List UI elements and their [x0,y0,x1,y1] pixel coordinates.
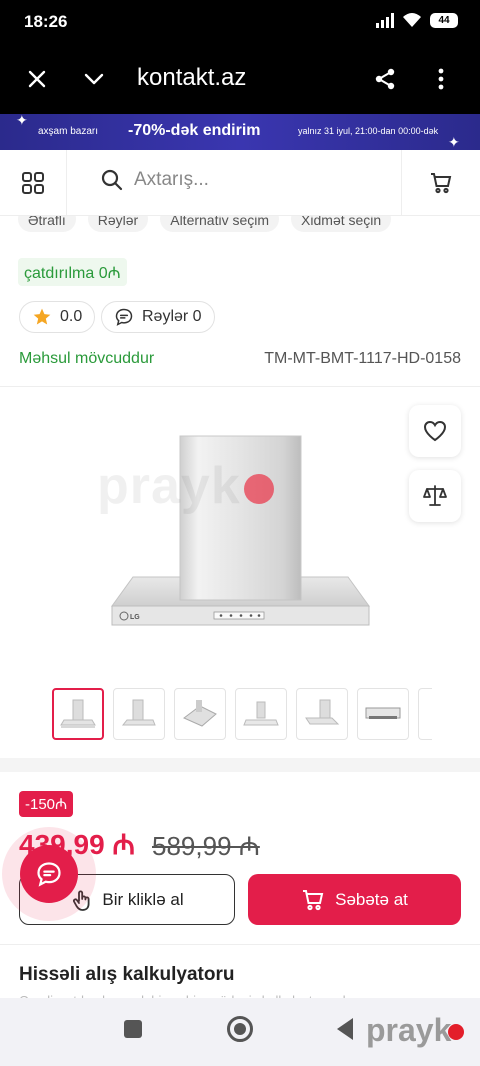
grid-icon [22,172,44,194]
share-icon [375,68,395,90]
watermark-text: prayk [97,457,241,515]
promo-left-text: axşam bazarı [38,126,99,137]
battery-level: 44 [438,14,450,26]
thumbnail-2[interactable] [113,688,165,740]
catalog-button-front[interactable] [0,150,67,216]
section-separator [0,758,480,772]
promo-banner[interactable]: ✦ axşam bazarı -70%-dək endirim yalnız 3… [0,112,480,150]
cart-icon [303,889,324,910]
search-input-front[interactable]: Axtarış... [100,168,209,192]
recent-apps-button[interactable] [124,1020,142,1038]
thumbnail-strip [52,688,432,740]
chevron-down-icon [84,73,104,85]
watermark-logo: prayk [366,1012,452,1048]
status-icons: 44 [376,12,458,28]
search-placeholder: Axtarış... [134,169,209,190]
reviews-pill[interactable]: Rəylər 0 [101,301,215,333]
rating-value: 0.0 [60,308,83,325]
thumbnail-image [183,700,217,727]
brand-logo: LG [130,614,140,621]
rating-pill[interactable]: 0.0 [19,301,96,333]
thumbnail-image [121,699,156,726]
chat-button[interactable] [20,845,78,903]
back-button[interactable] [337,1018,353,1040]
product-image-area[interactable]: LG [0,388,480,678]
browser-toolbar: kontakt.az [0,44,480,114]
promo-right-text: yalnız 31 iyul, 21:00-dan 00:00-dək [298,126,439,136]
thumbnail-image [365,707,401,719]
discount-badge: -150₼ [19,791,74,817]
chat-icon [37,862,61,887]
chat-bubble-icon [115,308,133,326]
installment-calculator-title: Hissəli alış kalkulyatoru [19,964,235,985]
status-time: 18:26 [24,12,68,31]
delivery-badge: çatdırılma 0₼ [18,258,127,286]
availability-status: Məhsul mövcuddur [19,350,155,367]
star-icon [33,308,51,325]
thumbnail-6[interactable] [357,688,409,740]
thumbnail-1[interactable] [52,688,104,740]
home-icon [234,1023,246,1035]
url-text[interactable]: kontakt.az [137,64,246,92]
search-row-front: Axtarış... [0,150,480,216]
product-sku: TM-MT-BMT-1117-HD-0158 [264,350,461,367]
thumbnail-7[interactable] [418,688,432,740]
old-price: 589,99 ₼ [152,831,260,861]
cart-button-front[interactable] [401,150,480,216]
divider [0,386,480,387]
home-button[interactable] [227,1016,253,1042]
watermark-dot [244,474,274,504]
watermark-logo-dot [448,1024,464,1040]
collapse-button[interactable] [75,60,113,98]
share-button[interactable] [366,60,404,98]
thumbnail-3[interactable] [174,688,226,740]
cart-icon [431,173,452,194]
more-menu-button[interactable] [422,60,460,98]
compare-button[interactable] [409,470,461,522]
wifi-icon [403,13,421,27]
range-hood-image: LG [111,435,370,626]
buy-one-click-label: Bir kliklə al [102,889,184,909]
divider [0,944,480,945]
favorite-button[interactable] [409,405,461,457]
add-to-cart-button[interactable]: Səbətə at [248,874,461,925]
system-nav-bar: prayk [0,998,480,1066]
search-icon [101,169,123,191]
tap-hand-icon [73,890,90,911]
add-to-cart-label: Səbətə at [335,889,408,909]
sparkle-icon: ✦ [16,112,28,128]
reviews-label: Rəylər 0 [142,308,202,325]
more-vertical-icon [438,68,444,90]
signal-icon [376,12,394,28]
promo-center-text: -70%-dək endirim [128,122,261,139]
thumbnail-image [243,701,279,726]
battery-icon: 44 [430,12,458,28]
sparkle-icon: ✦ [448,134,460,150]
thumbnail-4[interactable] [235,688,287,740]
close-icon [28,70,46,88]
heart-icon [423,420,447,442]
thumbnail-image [305,699,340,725]
status-bar: 18:26 44 [0,0,480,44]
thumbnail-5[interactable] [296,688,348,740]
close-button[interactable] [18,60,56,98]
scale-icon [423,485,447,506]
thumbnail-image [60,699,96,728]
